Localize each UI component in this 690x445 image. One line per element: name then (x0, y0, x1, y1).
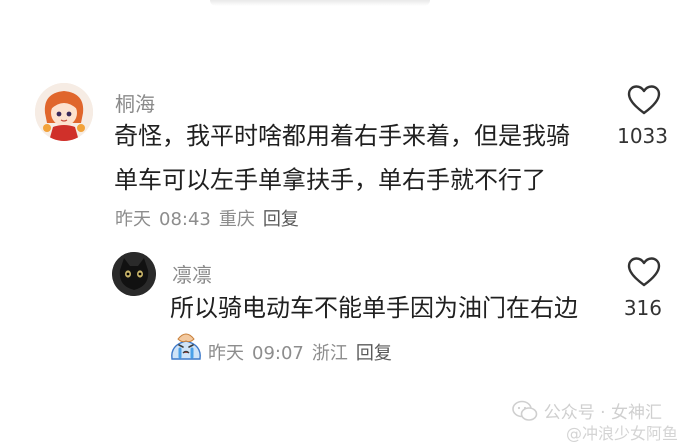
comment-date: 昨天 (208, 343, 244, 364)
like-count: 316 (623, 296, 662, 320)
avatar[interactable] (112, 252, 156, 296)
comment-meta: 昨天 09:07 浙江 回复 (208, 339, 400, 365)
reply-button[interactable]: 回复 (356, 343, 392, 364)
black-cat-avatar-icon (112, 252, 156, 296)
comment-location: 浙江 (311, 343, 348, 364)
crying-emoji-icon (171, 333, 201, 360)
comment-time: 09:07 (252, 343, 304, 364)
reply-comment-item: 凛凛 所以骑电动车不能单手因为油门在右边 昨天 09:07 浙江 回复 316 (0, 0, 690, 380)
heart-outline-icon[interactable] (627, 256, 661, 288)
username[interactable]: 凛凛 (172, 259, 212, 288)
watermark-handle: @冲浪少女阿鱼 (565, 424, 678, 443)
comment-text-line: 所以骑电动车不能单手因为油门在右边 (170, 294, 578, 322)
wechat-icon (511, 400, 538, 421)
